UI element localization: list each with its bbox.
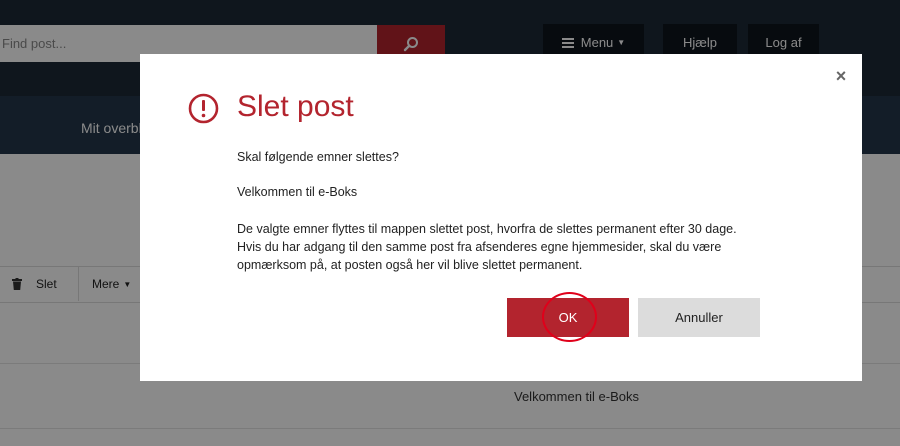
delete-dialog: × Slet post Skal følgende emner slettes?… [140,54,862,381]
ok-button[interactable]: OK [507,298,629,337]
close-icon[interactable]: × [833,67,849,85]
dialog-info: De valgte emner flyttes til mappen slett… [237,222,737,272]
cancel-button[interactable]: Annuller [638,298,760,337]
exclamation-circle-icon [188,93,219,124]
dialog-item-subject: Velkommen til e-Boks [237,185,358,199]
dialog-question: Skal følgende emner slettes? [237,150,399,164]
dialog-title: Slet post [237,90,354,123]
